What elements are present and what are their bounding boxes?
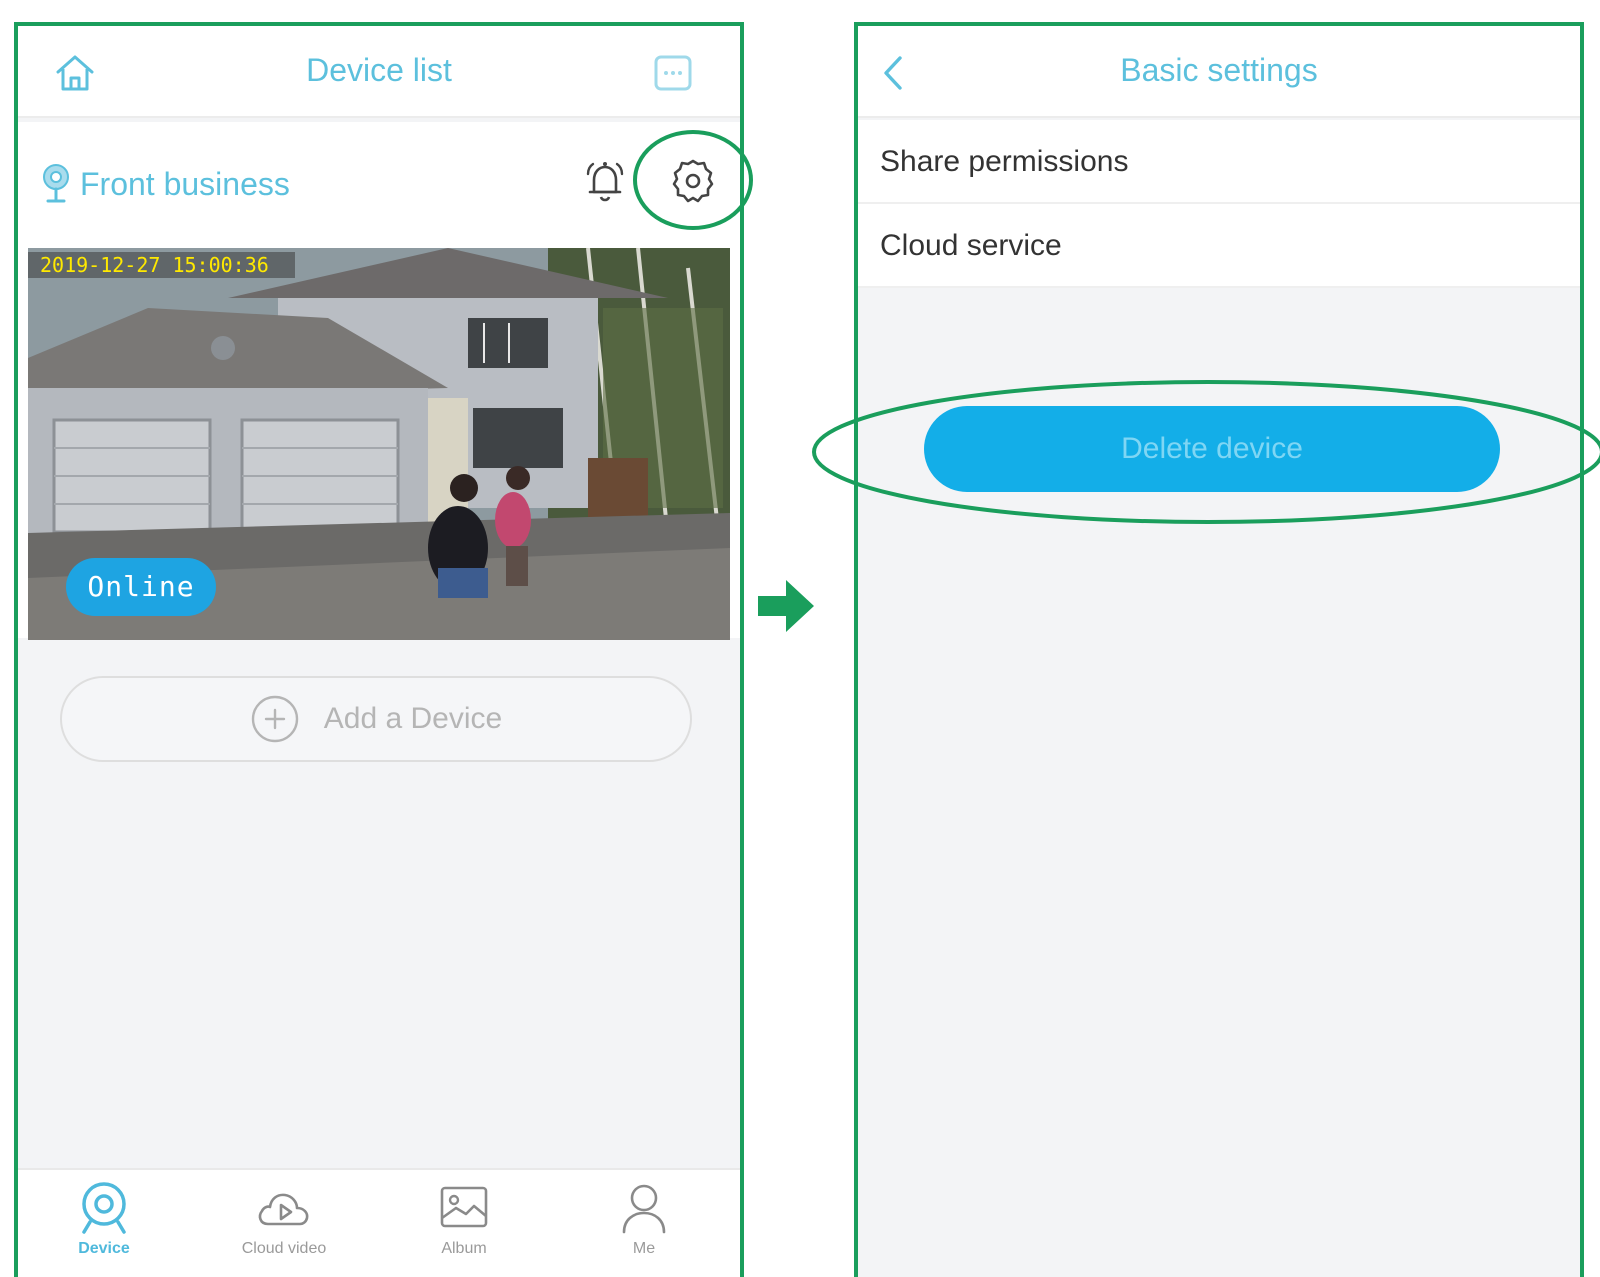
- tab-album[interactable]: Album: [384, 1180, 544, 1258]
- device-card: Front business 2019-12-27 15:00:36 Onlin…: [18, 122, 740, 640]
- instruction-figure: Device list Front business 2019-12-27 15…: [0, 0, 1600, 1277]
- page-title: Device list: [306, 52, 452, 88]
- tab-me[interactable]: Me: [564, 1180, 724, 1258]
- device-list-screen: Device list Front business 2019-12-27 15…: [14, 22, 744, 1277]
- bell-icon[interactable]: [582, 158, 628, 206]
- camera-timestamp: 2019-12-27 15:00:36: [28, 252, 295, 278]
- device-name-row[interactable]: Front business: [40, 162, 290, 206]
- page-title: Basic settings: [1120, 52, 1318, 88]
- cloud-play-icon: [258, 1193, 309, 1226]
- camera-preview[interactable]: 2019-12-27 15:00:36 Online: [28, 248, 730, 640]
- add-device-label: Add a Device: [323, 702, 503, 735]
- device-name: Front business: [80, 165, 290, 202]
- plus-circle-icon: [251, 695, 298, 743]
- camera-icon: [82, 1182, 126, 1234]
- settings-list: Share permissions Cloud service: [858, 120, 1580, 288]
- gear-icon[interactable]: [668, 156, 718, 206]
- tab-label-device: Device: [78, 1240, 130, 1257]
- album-icon: [440, 1186, 488, 1228]
- status-badge: Online: [66, 558, 216, 616]
- basic-settings-header: Basic settings: [858, 26, 1580, 118]
- settings-item-share-permissions[interactable]: Share permissions: [858, 120, 1580, 204]
- tab-device[interactable]: Device: [24, 1180, 184, 1258]
- message-icon[interactable]: [650, 50, 696, 96]
- delete-device-button[interactable]: Delete device: [924, 406, 1500, 492]
- tab-cloud-video[interactable]: Cloud video: [204, 1180, 364, 1258]
- tab-label-album: Album: [441, 1240, 487, 1257]
- tab-label-cloud-video: Cloud video: [241, 1240, 327, 1257]
- user-icon: [622, 1184, 666, 1234]
- settings-item-cloud-service[interactable]: Cloud service: [858, 204, 1580, 288]
- device-list-header: Device list: [18, 26, 740, 118]
- basic-settings-screen: Basic settings Share permissions Cloud s…: [854, 22, 1584, 1277]
- add-device-button[interactable]: Add a Device: [60, 676, 692, 762]
- arrow-right-icon: [758, 580, 814, 632]
- tab-label-me: Me: [632, 1240, 656, 1257]
- camera-pin-icon: [43, 164, 69, 203]
- bottom-tab-bar: Device Cloud video Album Me: [18, 1168, 740, 1277]
